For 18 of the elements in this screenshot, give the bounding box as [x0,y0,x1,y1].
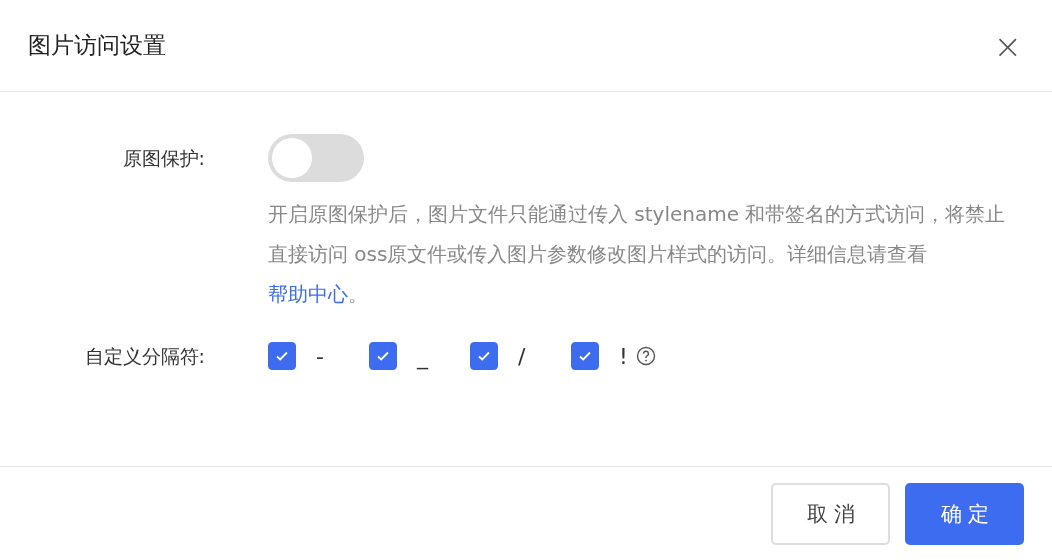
checkbox[interactable] [571,342,599,370]
help-link[interactable]: 帮助中心 [268,282,348,306]
separator-label: - [316,343,324,369]
checkbox[interactable] [369,342,397,370]
confirm-button[interactable]: 确定 [905,482,1024,545]
checkbox[interactable] [268,342,296,370]
close-button[interactable]: × [991,28,1024,63]
field-label: 原图保护: [121,146,205,171]
description-text: 开启原图保护后，图片文件只能通过传入 stylename 和带签名的方式访问，将禁止直接访问 oss原文件或传入图片参数修改图片样式的访问。详细信息请查看 帮助中心。 [268,201,1007,308]
separator-label: / [518,343,526,369]
field-label: 自定义分隔符: [83,344,205,369]
checkbox[interactable] [470,342,498,370]
cancel-button[interactable]: 取消 [771,482,890,545]
toggle-switch[interactable] [268,134,364,182]
separator-label: _ [417,343,428,369]
help-icon[interactable] [635,346,656,366]
separator-label: ! [619,343,628,369]
dialog-title: 图片访问设置 [28,31,166,60]
